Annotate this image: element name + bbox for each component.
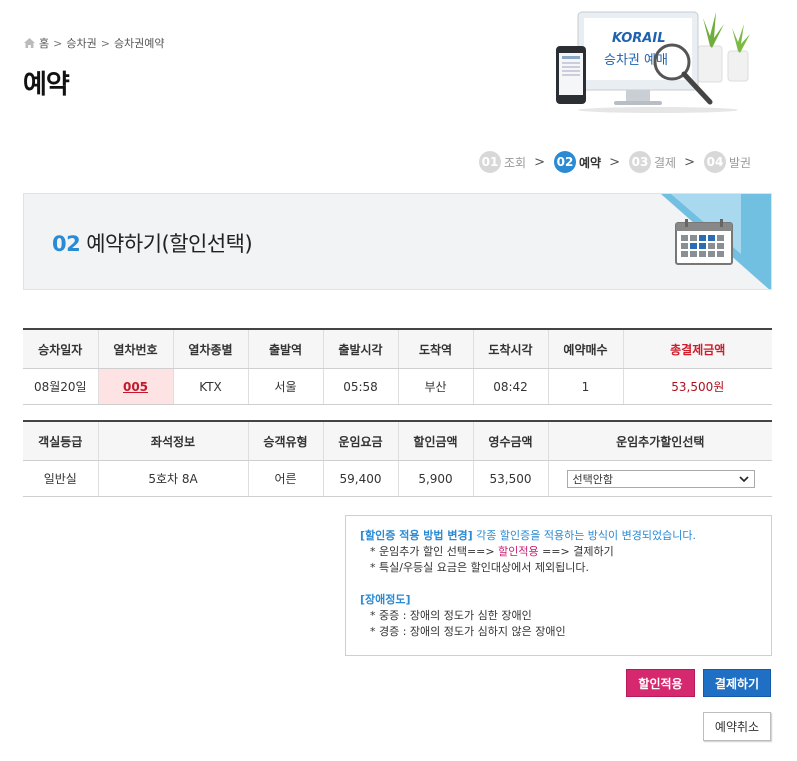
chevron-right-icon: > [534,154,545,170]
chevron-right-icon: > [53,36,63,50]
seat-info-table: 객실등급 좌석정보 승객유형 운임요금 할인금액 영수금액 운임추가할인선택 일… [23,420,772,497]
chevron-right-icon: > [684,154,695,170]
pay-button[interactable]: 결제하기 [703,669,771,697]
section-title: 02 예약하기(할인선택) [52,232,253,256]
breadcrumb-home[interactable]: 홈 [39,35,49,51]
train-number-link[interactable]: 005 [123,380,148,394]
breadcrumb: 홈 > 승차권 > 승차권예약 [24,35,165,51]
korail-logo: KORAIL [612,31,666,46]
reservation-steps: 01 조회 > 02 예약 > 03 결제 > 04 발권 [479,151,751,173]
total-amount: 53,500원 [622,368,772,405]
departure-time: 05:58 [322,368,398,405]
step-payment: 03 결제 [629,151,676,173]
chevron-down-icon [738,475,749,482]
train-info-table: 승차일자 열차번호 열차종별 출발역 출발시각 도착역 도착시각 예약매수 총결… [23,328,772,405]
apply-discount-button[interactable]: 할인적용 [626,669,695,697]
table-header-row: 객실등급 좌석정보 승객유형 운임요금 할인금액 영수금액 운임추가할인선택 [23,420,772,461]
hero-screen-text: 승차권 예매 [604,53,668,68]
seat-info: 5호차 8A [97,460,248,497]
ride-date: 08월20일 [23,368,98,405]
discount-amount: 5,900 [397,460,473,497]
train-type: KTX [172,368,248,405]
chevron-right-icon: > [609,154,620,170]
table-row: 일반실 5호차 8A 어른 59,400 5,900 53,500 선택안함 [23,460,772,497]
seat-class: 일반실 [23,460,98,497]
total-amount-header: 총결제금액 [622,328,772,369]
table-header-row: 승차일자 열차번호 열차종별 출발역 출발시각 도착역 도착시각 예약매수 총결… [23,328,772,369]
table-row: 08월20일 005 KTX 서울 05:58 부산 08:42 1 53,50… [23,368,772,405]
hero-illustration: KORAIL 승차권 예매 [556,11,750,113]
step-search: 01 조회 [479,151,526,173]
paid-amount: 53,500 [472,460,548,497]
departure-station: 서울 [247,368,323,405]
arrival-time: 08:42 [472,368,548,405]
calendar-icon [675,219,733,265]
step-reserve: 02 예약 [554,151,601,173]
base-fare: 59,400 [322,460,398,497]
breadcrumb-ticket[interactable]: 승차권 [66,35,96,51]
passenger-type: 어른 [247,460,323,497]
discount-notice: [할인증 적용 방법 변경] 각종 할인증을 적용하는 방식이 변경되었습니다.… [345,515,772,656]
discount-select[interactable]: 선택안함 [566,469,755,488]
breadcrumb-reservation[interactable]: 승차권예약 [114,35,165,51]
section-banner: 02 예약하기(할인선택) [23,193,772,290]
chevron-right-icon: > [100,36,110,50]
arrival-station: 부산 [397,368,473,405]
cancel-reservation-button[interactable]: 예약취소 [703,712,771,741]
ticket-count: 1 [547,368,623,405]
page-title: 예약 [23,70,70,100]
step-issue: 04 발권 [704,151,751,173]
home-icon[interactable] [24,38,35,48]
